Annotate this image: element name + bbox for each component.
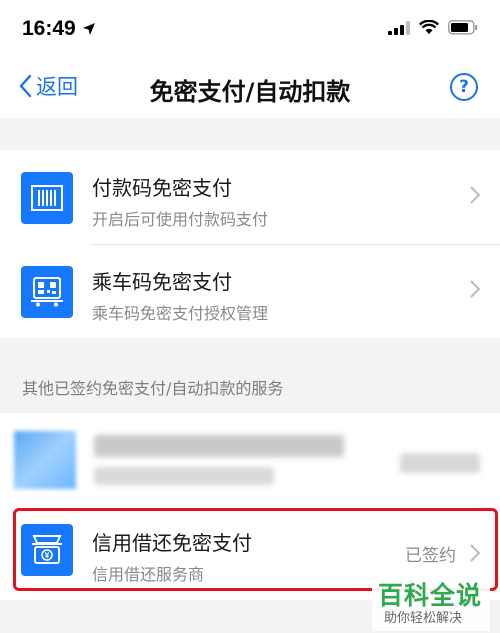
blurred-text bbox=[400, 453, 480, 473]
page-title: 免密支付/自动扣款 bbox=[149, 78, 351, 106]
blurred-text bbox=[94, 435, 344, 457]
item-title: 乘车码免密支付 bbox=[92, 270, 232, 294]
list-item-payment-code[interactable]: 付款码免密支付 开启后可使用付款码支付 bbox=[0, 150, 500, 244]
blurred-text bbox=[94, 467, 274, 485]
list-item-transit-code[interactable]: 乘车码免密支付 乘车码免密支付授权管理 bbox=[0, 244, 500, 338]
item-title: 付款码免密支付 bbox=[92, 176, 232, 200]
transit-qr-icon bbox=[21, 266, 73, 318]
nav-bar: 返回 免密支付/自动扣款 ? bbox=[0, 58, 500, 118]
watermark: 百科全说 助你轻松解决 bbox=[372, 573, 490, 631]
signal-icon bbox=[388, 20, 410, 35]
battery-icon bbox=[448, 20, 478, 35]
chevron-right-icon bbox=[470, 186, 481, 204]
time-text: 16:49 bbox=[22, 17, 76, 40]
list-item-blurred[interactable] bbox=[0, 413, 500, 503]
help-icon[interactable]: ? bbox=[450, 73, 478, 101]
chevron-right-icon bbox=[470, 280, 481, 298]
status-time: 16:49 bbox=[22, 17, 96, 41]
section-label: 其他已签约免密支付/自动扣款的服务 bbox=[22, 379, 284, 398]
watermark-sub: 助你轻松解决 bbox=[384, 611, 463, 626]
status-icons bbox=[388, 20, 478, 35]
status-bar: 16:49 bbox=[0, 0, 500, 58]
wifi-icon bbox=[419, 20, 439, 34]
barcode-icon bbox=[21, 172, 73, 224]
location-arrow-icon bbox=[82, 23, 95, 35]
blurred-app-icon bbox=[14, 431, 76, 489]
payment-options-group: 付款码免密支付 开启后可使用付款码支付 乘车码免密支付 乘车码免密支付授权管理 bbox=[0, 150, 500, 338]
item-subtitle: 开启后可使用付款码支付 bbox=[92, 210, 269, 229]
item-subtitle: 乘车码免密支付授权管理 bbox=[92, 304, 269, 323]
